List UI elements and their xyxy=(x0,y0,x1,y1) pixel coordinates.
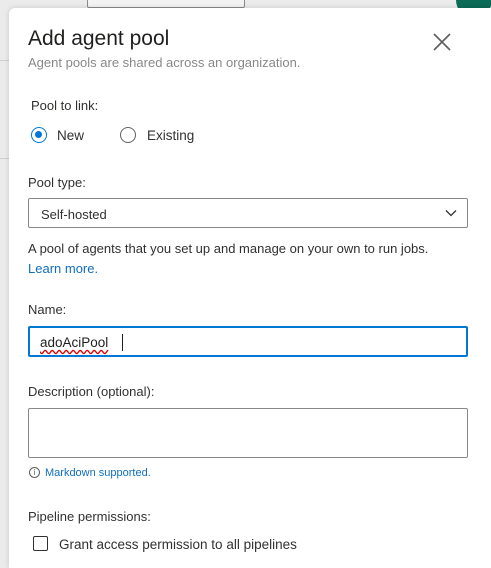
learn-more-link[interactable]: Learn more. xyxy=(28,261,98,276)
close-icon[interactable] xyxy=(431,31,453,53)
radio-new-label[interactable]: New xyxy=(57,128,84,143)
dialog-title: Add agent pool xyxy=(28,27,170,50)
pipeline-permissions-label: Pipeline permissions: xyxy=(28,509,151,524)
pool-type-dropdown[interactable]: Self-hosted xyxy=(28,198,468,228)
radio-existing[interactable] xyxy=(120,127,136,143)
name-input[interactable]: adoAciPool xyxy=(28,326,468,357)
chevron-down-icon xyxy=(445,210,457,217)
radio-new[interactable] xyxy=(31,127,47,143)
dialog-subtitle: Agent pools are shared across an organiz… xyxy=(28,55,301,70)
background-divider xyxy=(0,60,9,61)
pool-type-label: Pool type: xyxy=(28,175,86,190)
text-caret xyxy=(122,334,123,351)
name-label: Name: xyxy=(28,302,67,317)
pool-type-help-text: A pool of agents that you set up and man… xyxy=(28,241,429,256)
grant-access-label[interactable]: Grant access permission to all pipelines xyxy=(59,537,297,552)
radio-existing-label[interactable]: Existing xyxy=(147,128,194,143)
markdown-supported-link[interactable]: Markdown supported. xyxy=(45,467,151,479)
add-agent-pool-dialog: Add agent pool Agent pools are shared ac… xyxy=(9,8,491,568)
pool-to-link-label: Pool to link: xyxy=(31,98,99,113)
markdown-note: i Markdown supported. xyxy=(29,466,151,479)
background-divider xyxy=(0,158,9,159)
background-button xyxy=(87,0,245,8)
name-input-value: adoAciPool xyxy=(40,335,109,350)
description-textarea[interactable] xyxy=(28,408,468,458)
pool-type-help: A pool of agents that you set up and man… xyxy=(28,239,458,279)
pool-type-value: Self-hosted xyxy=(41,207,107,222)
grant-access-checkbox[interactable] xyxy=(33,536,48,551)
description-label: Description (optional): xyxy=(28,384,155,399)
info-icon: i xyxy=(29,466,40,478)
